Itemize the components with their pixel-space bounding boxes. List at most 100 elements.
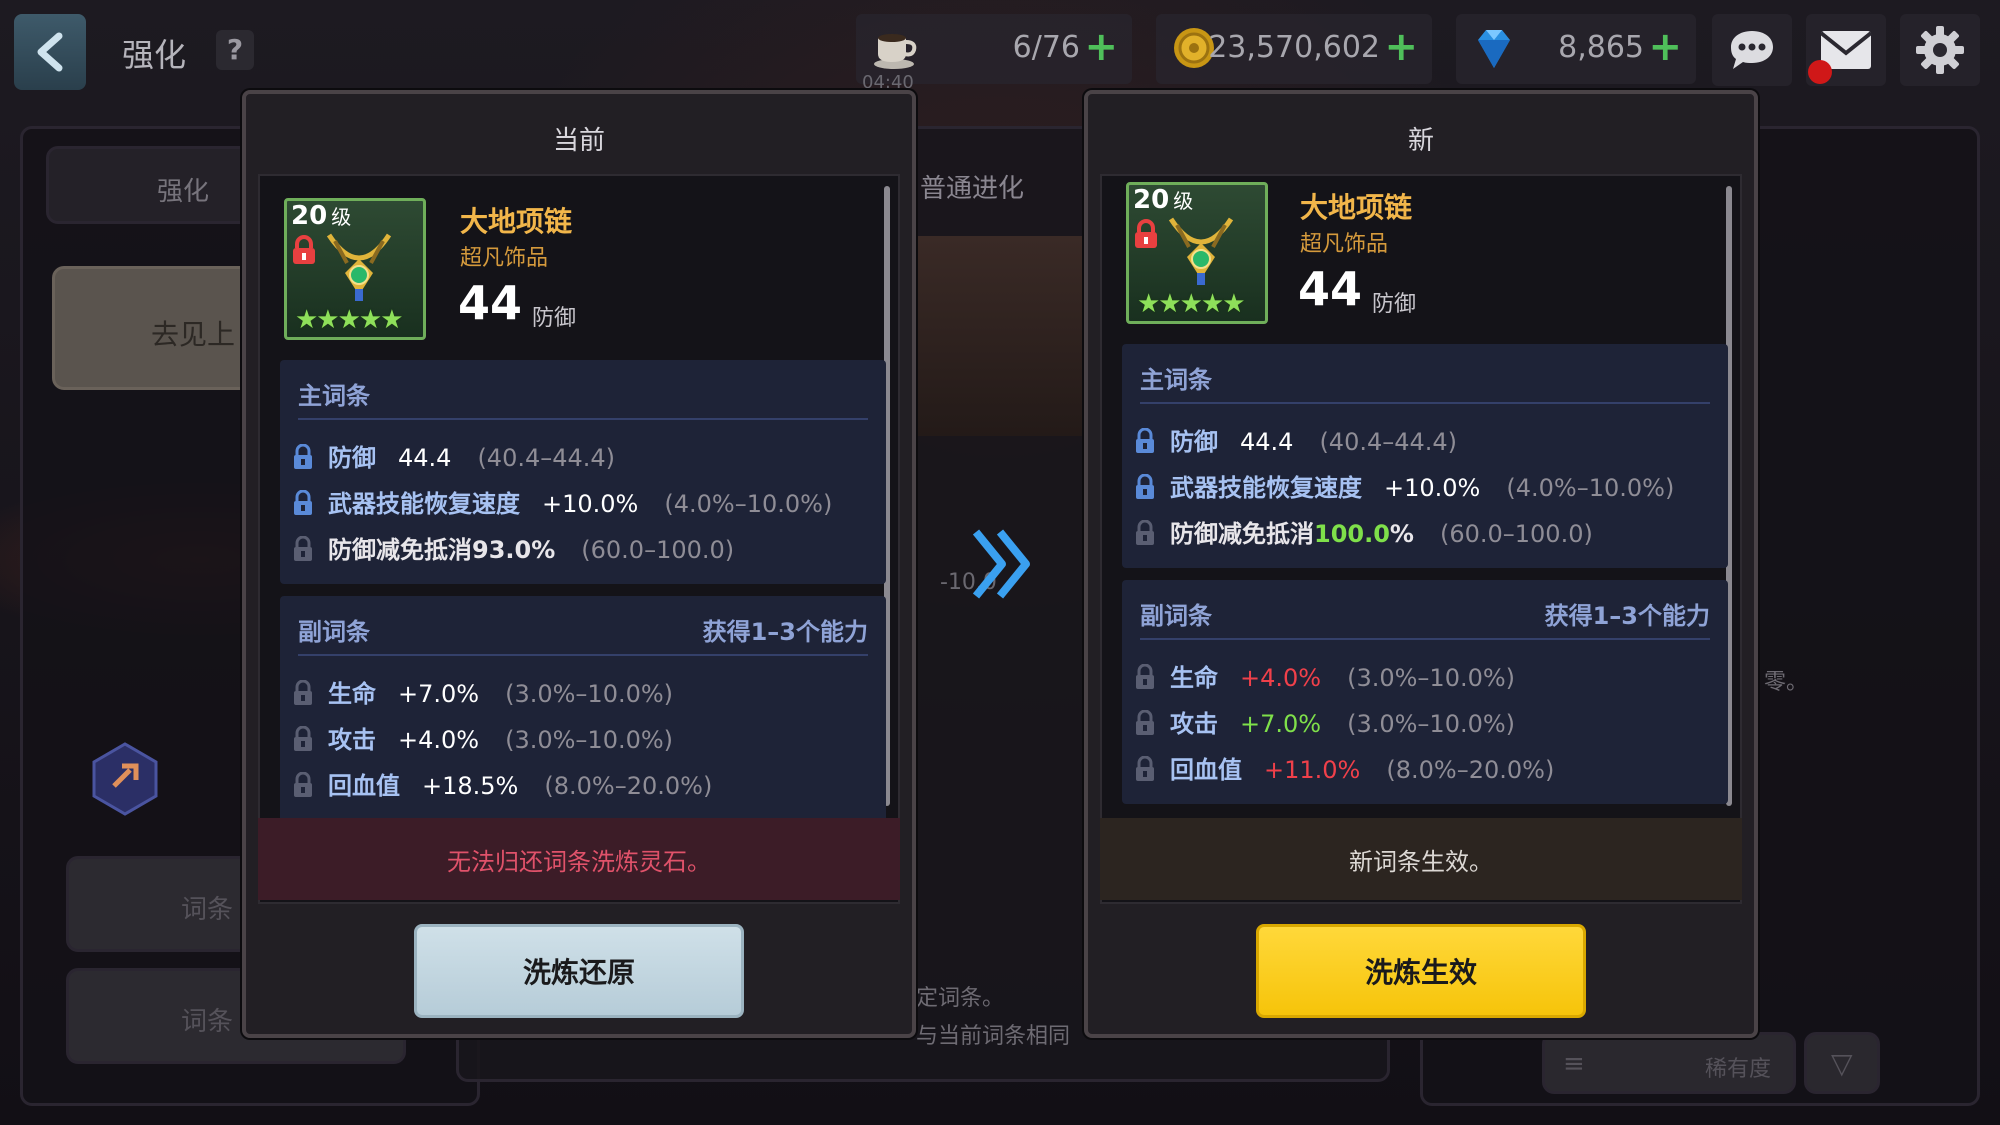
lock-icon[interactable] bbox=[1134, 428, 1156, 454]
current-item-dialog: 当前 20 级 ★★★★★ 大地项链 超凡饰品 44 防御 主词条 防御 44.4(… bbox=[242, 90, 916, 1038]
sort-button[interactable]: ≡ 稀有度 bbox=[1542, 1032, 1796, 1094]
current-main-option-2: 武器技能恢复速度 +10.0% (4.0%–10.0%) bbox=[292, 484, 832, 524]
current-status-message: 无法归还词条洗炼灵石。 bbox=[258, 818, 900, 900]
chevron-left-icon bbox=[37, 32, 63, 72]
current-sub-option-3: 回血值 +18.5% (8.0%–20.0%) bbox=[292, 766, 712, 806]
gem-icon bbox=[1478, 30, 1510, 68]
chat-button[interactable] bbox=[1712, 14, 1792, 86]
current-item-level: 20 级 bbox=[291, 201, 352, 231]
bg-emblem-icon bbox=[92, 742, 158, 816]
new-item-dialog: 新 20 级 ★★★★★ 大地项链 超凡饰品 44 防御 主词条 防御 44.4 (4… bbox=[1084, 90, 1758, 1038]
new-item-name: 大地项链 bbox=[1300, 191, 1413, 224]
new-status-message: 新词条生效。 bbox=[1100, 818, 1742, 900]
new-main-options-title: 主词条 bbox=[1140, 366, 1212, 394]
page-title: 强化 bbox=[122, 36, 187, 74]
current-sub-option-1: 生命 +7.0% (3.0%–10.0%) bbox=[292, 674, 673, 714]
new-sub-option-3: 回血值 +11.0% (8.0%–20.0%) bbox=[1134, 750, 1554, 790]
gear-icon bbox=[1916, 26, 1964, 74]
settings-button[interactable] bbox=[1900, 14, 1980, 86]
gem-counter[interactable]: 8,865 + bbox=[1456, 14, 1696, 84]
new-main-option-2: 武器技能恢复速度 +10.0% (4.0%–10.0%) bbox=[1134, 468, 1674, 508]
lock-icon[interactable] bbox=[292, 490, 314, 516]
reroll-revert-button[interactable]: 洗炼还原 bbox=[414, 924, 744, 1018]
stamina-add-icon[interactable]: + bbox=[1084, 24, 1118, 70]
new-dialog-title: 新 bbox=[1407, 126, 1434, 156]
current-item-name: 大地项链 bbox=[460, 205, 573, 238]
new-sub-options-title: 副词条 bbox=[1140, 602, 1212, 630]
new-sub-option-1: 生命 +4.0% (3.0%–10.0%) bbox=[1134, 658, 1515, 698]
stamina-value: 6/76 bbox=[1012, 30, 1080, 65]
current-main-option-1: 防御 44.4 (40.4–44.4) bbox=[292, 438, 615, 478]
current-item-stars: ★★★★★ bbox=[295, 305, 404, 335]
new-item-stat-label: 防御 bbox=[1372, 292, 1417, 317]
gem-value: 8,865 bbox=[1558, 30, 1644, 65]
coffee-cup-icon bbox=[874, 34, 917, 69]
bg-note-2: 与当前词条相同 bbox=[916, 1024, 1071, 1049]
new-item-details[interactable]: 20 级 ★★★★★ 大地项链 超凡饰品 44 防御 主词条 防御 44.4 (40.… bbox=[1100, 174, 1742, 904]
bg-button-1-label: 词条 bbox=[181, 895, 234, 925]
new-main-options-header: 主词条 bbox=[1140, 358, 1710, 404]
back-button[interactable] bbox=[14, 14, 86, 90]
bg-speech-bubble: 去见上 bbox=[52, 266, 252, 390]
new-sub-options: 副词条 获得1–3个能力 生命 +4.0% (3.0%–10.0%) 攻击 +7.0%… bbox=[1122, 580, 1728, 804]
help-button[interactable]: ? bbox=[216, 30, 254, 70]
lock-icon[interactable] bbox=[1134, 474, 1156, 500]
top-bar: 强化 ? 6/76 + 04:40 23,570,602 + 8,865 + bbox=[0, 0, 2000, 100]
current-item-icon: 20 级 ★★★★★ bbox=[284, 198, 426, 340]
lock-icon bbox=[1136, 520, 1154, 545]
bg-artwork bbox=[914, 236, 1084, 436]
current-item-rarity: 超凡饰品 bbox=[460, 246, 549, 271]
necklace-icon bbox=[1168, 217, 1234, 285]
current-main-options-header: 主词条 bbox=[298, 374, 868, 420]
new-item-icon: 20 级 ★★★★★ bbox=[1126, 182, 1268, 324]
new-main-options: 主词条 防御 44.4 (40.4–44.4) 武器技能恢复速度 +10.0% (4.0… bbox=[1122, 344, 1728, 568]
sort-order-button[interactable]: ▽ bbox=[1804, 1032, 1880, 1094]
double-chevron-right-icon bbox=[972, 529, 1030, 599]
new-item-level: 20 级 bbox=[1133, 185, 1194, 215]
bg-note-3: 零。 bbox=[1764, 670, 1809, 695]
gold-counter[interactable]: 23,570,602 + bbox=[1156, 14, 1432, 84]
current-sub-options-title: 副词条 bbox=[298, 618, 370, 646]
chat-icon bbox=[1731, 31, 1773, 69]
lock-icon bbox=[1135, 219, 1157, 248]
current-main-options-title: 主词条 bbox=[298, 382, 370, 410]
current-dialog-title: 当前 bbox=[552, 126, 605, 156]
current-item-details[interactable]: 20 级 ★★★★★ 大地项链 超凡饰品 44 防御 主词条 防御 44.4 (40.… bbox=[258, 174, 900, 904]
gem-add-icon[interactable]: + bbox=[1648, 24, 1682, 70]
current-sub-option-2: 攻击 +4.0% (3.0%–10.0%) bbox=[292, 720, 673, 760]
bg-tab-enhance-label: 强化 bbox=[157, 177, 210, 207]
new-main-option-3-highlight: 100.0 bbox=[1314, 520, 1390, 548]
new-item-stars: ★★★★★ bbox=[1137, 289, 1246, 319]
new-sub-options-note: 获得1–3个能力 bbox=[1544, 602, 1710, 630]
current-main-options: 主词条 防御 44.4 (40.4–44.4) 武器技能恢复速度 +10.0% (4.0… bbox=[280, 360, 886, 584]
new-sub-option-2: 攻击 +7.0% (3.0%–10.0%) bbox=[1134, 704, 1515, 744]
bg-note-1: 定词条。 bbox=[916, 986, 1005, 1011]
reroll-apply-button[interactable]: 洗炼生效 bbox=[1256, 924, 1586, 1018]
gold-add-icon[interactable]: + bbox=[1384, 24, 1418, 70]
necklace-icon bbox=[326, 233, 392, 301]
lock-icon[interactable] bbox=[1134, 710, 1156, 736]
current-item-stat-value: 44 bbox=[458, 276, 523, 330]
sort-label: 稀有度 bbox=[1705, 1057, 1772, 1082]
lock-icon bbox=[293, 235, 315, 264]
lock-icon[interactable] bbox=[1134, 664, 1156, 690]
lock-icon[interactable] bbox=[292, 680, 314, 706]
current-main-option-3: 防御减免抵消93.0% (60.0–100.0) bbox=[292, 530, 734, 570]
current-item-stat-label: 防御 bbox=[532, 306, 577, 331]
bg-tab-evolution: 普通进化 bbox=[920, 174, 1025, 204]
lock-icon[interactable] bbox=[292, 444, 314, 470]
lock-icon[interactable] bbox=[292, 772, 314, 798]
current-sub-options-header: 副词条 获得1–3个能力 bbox=[298, 610, 868, 656]
new-main-option-1: 防御 44.4 (40.4–44.4) bbox=[1134, 422, 1457, 462]
list-icon: ≡ bbox=[1563, 1049, 1585, 1079]
new-item-rarity: 超凡饰品 bbox=[1300, 232, 1389, 257]
lock-icon[interactable] bbox=[1134, 756, 1156, 782]
lock-icon bbox=[294, 536, 312, 561]
new-main-option-3: 防御减免抵消100.0% (60.0–100.0) bbox=[1134, 514, 1593, 554]
triangle-down-icon: ▽ bbox=[1831, 1047, 1853, 1080]
gold-value: 23,570,602 bbox=[1208, 30, 1380, 65]
current-sub-options-note: 获得1–3个能力 bbox=[702, 618, 868, 646]
new-item-stat-value: 44 bbox=[1298, 262, 1363, 316]
lock-icon[interactable] bbox=[292, 726, 314, 752]
new-sub-options-header: 副词条 获得1–3个能力 bbox=[1140, 594, 1710, 640]
